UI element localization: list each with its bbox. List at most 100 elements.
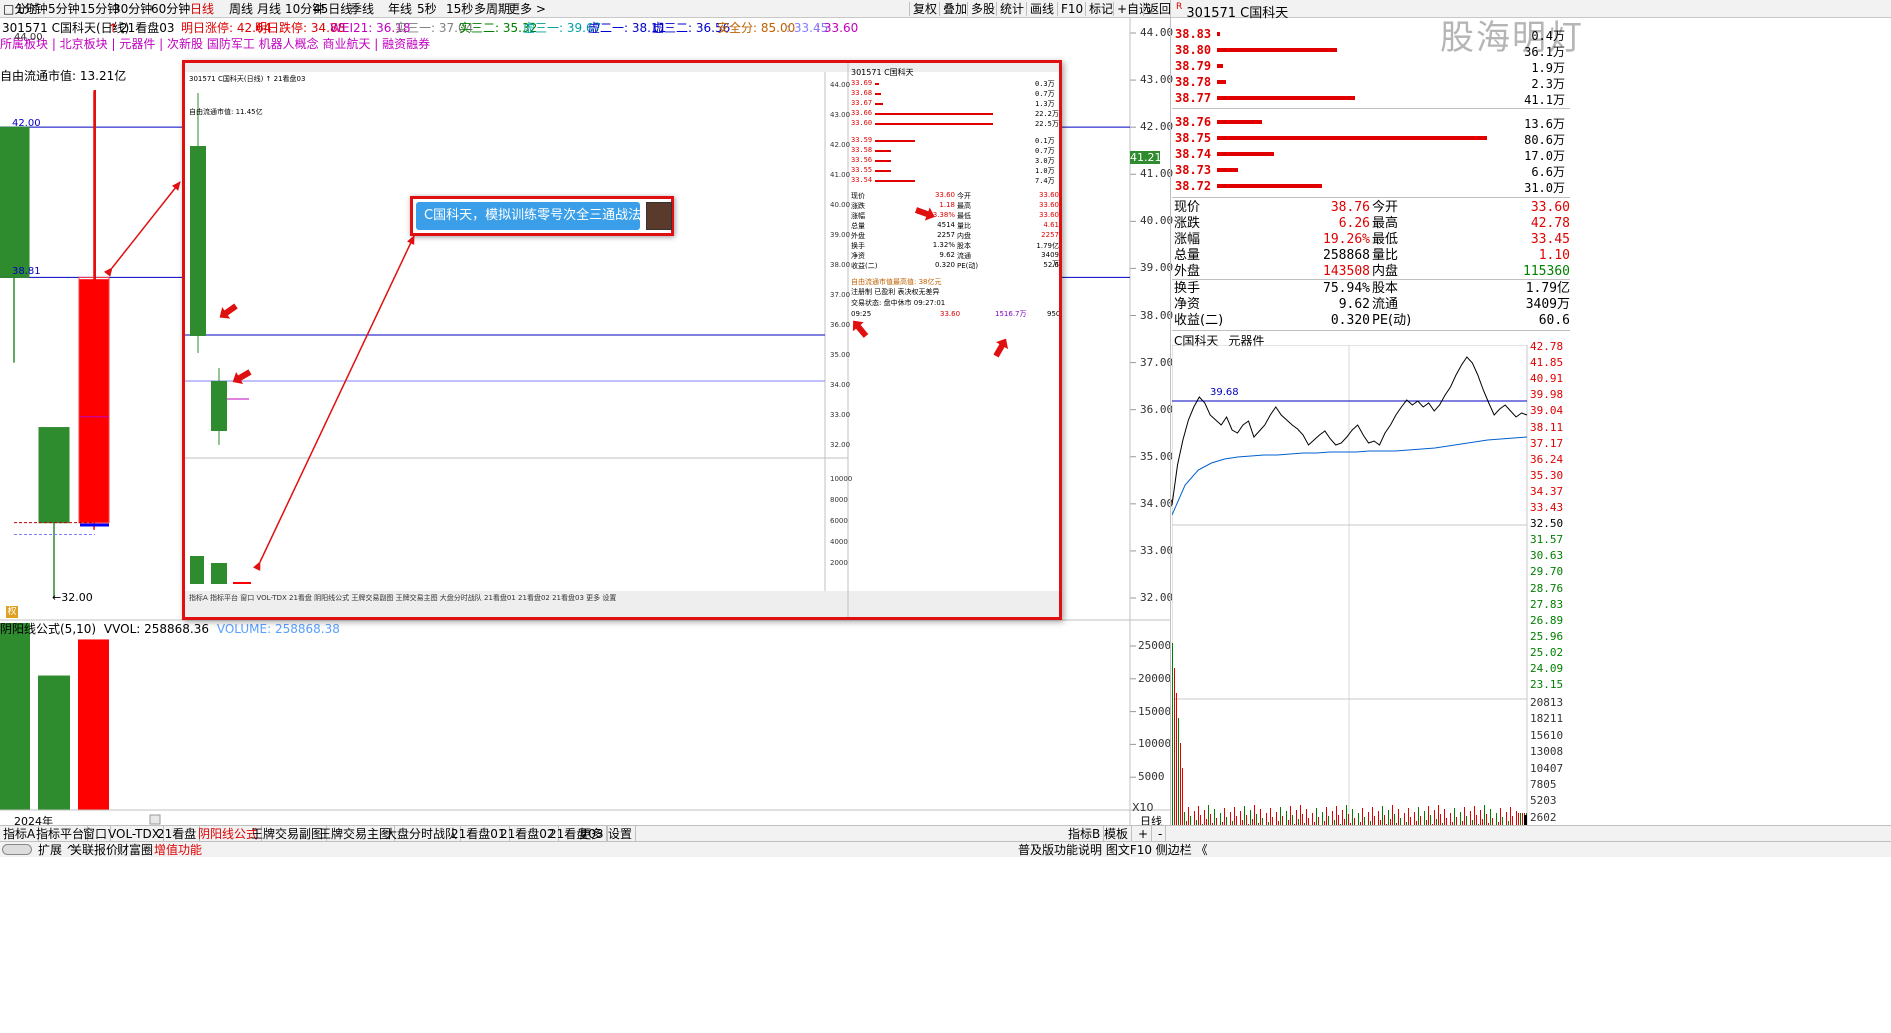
candle-body bbox=[79, 279, 109, 524]
volume-formula-title[interactable]: 阴阳线公式(5,10) bbox=[0, 622, 96, 636]
order-book-row[interactable]: 38.80 36.1万 bbox=[1172, 43, 1570, 59]
period-10[interactable]: 45日线 bbox=[313, 1, 352, 17]
period-14[interactable]: 15秒 bbox=[446, 1, 473, 17]
order-book-row[interactable]: 38.75 80.6万 bbox=[1172, 131, 1570, 147]
embedded-ob-bar bbox=[875, 103, 883, 105]
embedded-price-tick: 34.00 bbox=[830, 381, 851, 389]
period-11[interactable]: 季线 bbox=[350, 1, 374, 17]
func-right[interactable]: 普及版功能说明 图文F10 侧边栏 《 bbox=[1018, 842, 1208, 858]
intraday-price-tick: 25.96 bbox=[1530, 629, 1564, 643]
order-book-row[interactable]: 38.74 17.0万 bbox=[1172, 147, 1570, 163]
tab-right-0[interactable]: 指标B bbox=[1065, 826, 1105, 842]
period-5[interactable]: 60分钟 bbox=[151, 1, 190, 17]
func-1[interactable]: 关联报价 bbox=[70, 842, 118, 858]
embedded-ob-price: 33.69 bbox=[851, 79, 873, 87]
stat-label: 现价 bbox=[1174, 200, 1201, 215]
embedded-stock-title: 301571 C国科天(日线) ↑ 21看盘03 bbox=[189, 75, 306, 83]
tab-right-3[interactable]: - bbox=[1155, 826, 1167, 842]
toolbar-right-3[interactable]: 统计 bbox=[1000, 1, 1024, 17]
func-3[interactable]: 增值功能 bbox=[154, 842, 202, 858]
stat-row: 涨跌 6.26 最高 42.78 bbox=[1172, 216, 1570, 232]
toolbar-right-0[interactable]: 复权 bbox=[913, 1, 937, 17]
embedded-vol-tick: 4000 bbox=[830, 538, 848, 546]
intraday-chart[interactable] bbox=[1172, 345, 1528, 835]
period-12[interactable]: 年线 bbox=[388, 1, 412, 17]
stat-row: 净资 9.62 流通 3409万 bbox=[1172, 297, 1570, 313]
tab-12[interactable]: 更多 bbox=[576, 826, 608, 842]
toolbar-right-4[interactable]: 画线 bbox=[1030, 1, 1054, 17]
indicator-tabbar: 指标A 指标平台 窗口 VOL-TDX 21看盘 阴阳线公式 王牌交易副图 王牌交易主图 大盘分… bbox=[0, 825, 1891, 842]
tab-right-2[interactable]: + bbox=[1135, 826, 1153, 842]
volume-tick: 15000 bbox=[1138, 704, 1172, 718]
embedded-ob-bar bbox=[875, 150, 891, 152]
price-tick: 43.00 bbox=[1140, 73, 1174, 87]
h-line-42-label: 42.00 bbox=[12, 118, 41, 130]
embedded-ob-price: 33.56 bbox=[851, 156, 873, 164]
stat-value: 258868 bbox=[1323, 248, 1370, 263]
price-tick: 41.00 bbox=[1140, 167, 1174, 181]
stat-value: 6.26 bbox=[1338, 216, 1370, 231]
volume-header: 阴阳线公式(5,10) VVOL: 258868.36 VOLUME: 2588… bbox=[0, 620, 340, 637]
period-2[interactable]: 5分钟 bbox=[48, 1, 80, 17]
stat-label-2: 最低 bbox=[1372, 232, 1399, 247]
toolbar-right-2[interactable]: 多股 bbox=[971, 1, 995, 17]
toggle-switch[interactable] bbox=[2, 844, 32, 855]
embedded-price-tick: 44.00 bbox=[830, 81, 851, 89]
period-1[interactable]: 1分钟 bbox=[16, 1, 48, 17]
ob-price: 38.77 bbox=[1175, 91, 1212, 105]
price-tick: 38.00 bbox=[1140, 308, 1174, 322]
period-13[interactable]: 5秒 bbox=[417, 1, 437, 17]
order-book-row[interactable]: 38.72 31.0万 bbox=[1172, 179, 1570, 195]
price-tick: 39.00 bbox=[1140, 261, 1174, 275]
ob-volume: 2.3万 bbox=[1531, 77, 1565, 91]
order-book-row[interactable]: 38.79 1.9万 bbox=[1172, 59, 1570, 75]
embedded-stat-value-2: 2257 bbox=[1041, 231, 1059, 239]
embedded-trade-amount: 1516.7万 bbox=[995, 310, 1027, 318]
toolbar-right-5[interactable]: F10 bbox=[1061, 1, 1083, 17]
tab-right-1[interactable]: 模板 bbox=[1101, 826, 1133, 842]
ob-volume-bar bbox=[1217, 120, 1262, 124]
tab-4[interactable]: 21看盘 bbox=[154, 826, 201, 842]
toolbar-right-7[interactable]: +自选 bbox=[1117, 1, 1151, 17]
period-15[interactable]: 多周期 bbox=[474, 1, 510, 17]
stat-value: 143508 bbox=[1323, 264, 1370, 279]
embedded-trade-count: 950 bbox=[1047, 310, 1061, 318]
intraday-vol-bar bbox=[1182, 768, 1183, 833]
tab-13[interactable]: 设置 bbox=[605, 826, 637, 842]
embedded-stat-label-2: PE(动) bbox=[957, 262, 979, 270]
intraday-price-tick: 29.70 bbox=[1530, 565, 1564, 579]
candle-body bbox=[38, 427, 70, 524]
ob-price: 38.83 bbox=[1175, 27, 1212, 41]
order-book-row[interactable]: 38.83 0.4万 bbox=[1172, 27, 1570, 43]
embedded-stat-value: 1.18 bbox=[939, 201, 955, 209]
ob-price: 38.75 bbox=[1175, 131, 1212, 145]
ob-volume-bar bbox=[1217, 64, 1223, 68]
intraday-price-tick: 34.37 bbox=[1530, 484, 1564, 498]
period-6[interactable]: 日线 bbox=[190, 1, 214, 17]
embedded-stat-label: 涨幅 bbox=[851, 212, 865, 220]
order-book-row[interactable]: 38.73 6.6万 bbox=[1172, 163, 1570, 179]
ref-price-label: 39.68 bbox=[1210, 387, 1239, 398]
toolbar-right-8[interactable]: 返回 bbox=[1147, 1, 1171, 17]
stat-value-2: 33.45 bbox=[1530, 232, 1570, 247]
embedded-stat-value-2: 4.61 bbox=[1043, 221, 1059, 229]
embedded-ob-vol: 1.3万 bbox=[1035, 100, 1055, 108]
price-tick: 32.00 bbox=[1140, 591, 1174, 604]
toolbar-right-1[interactable]: 叠加 bbox=[943, 1, 967, 17]
period-4[interactable]: 30分钟 bbox=[113, 1, 152, 17]
stat-row: 总量 258868 量比 1.10 bbox=[1172, 248, 1570, 264]
period-16[interactable]: 更多 > bbox=[508, 1, 546, 17]
ex-rights-icon[interactable]: 权 bbox=[6, 606, 18, 618]
embedded-ob-price: 33.60 bbox=[851, 119, 873, 127]
embedded-stat-label-2: 今开 bbox=[957, 192, 971, 200]
order-book-row[interactable]: 38.77 41.1万 bbox=[1172, 91, 1570, 107]
toolbar-right-6[interactable]: 标记 bbox=[1089, 1, 1113, 17]
period-8[interactable]: 月线 bbox=[257, 1, 281, 17]
order-book-row[interactable]: 38.76 13.6万 bbox=[1172, 115, 1570, 131]
period-7[interactable]: 周线 bbox=[229, 1, 253, 17]
func-2[interactable]: 财富圈 bbox=[117, 842, 153, 858]
intraday-price-tick: 39.04 bbox=[1530, 404, 1564, 418]
embedded-ob-vol: 22.2万 bbox=[1035, 110, 1059, 118]
orderbook-title[interactable]: R 301571 C国科天 bbox=[1176, 2, 1288, 21]
order-book-row[interactable]: 38.78 2.3万 bbox=[1172, 75, 1570, 91]
